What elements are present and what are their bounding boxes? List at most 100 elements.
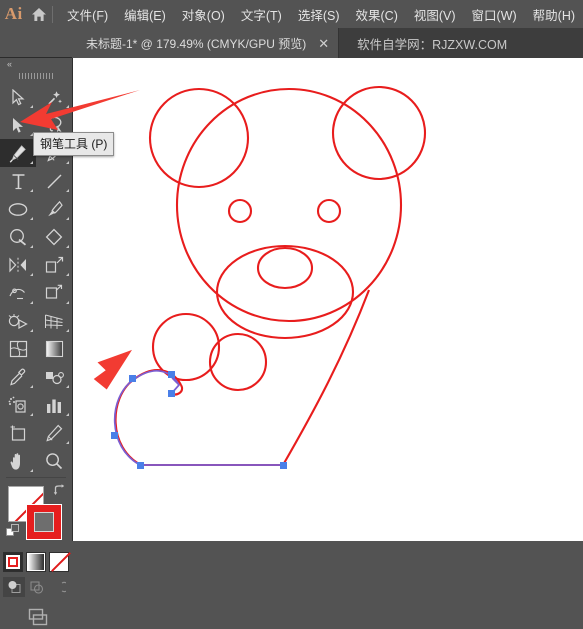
direct-selection-tool[interactable] [0,111,36,139]
free-transform-tool[interactable] [36,279,72,307]
tool-expand-corner [30,385,33,388]
tool-expand-corner [66,441,69,444]
menu-type[interactable]: 文字(T) [233,2,290,27]
stroke-swatch-inner [34,512,54,532]
line-segment-tool[interactable] [36,167,72,195]
anchor-point [137,462,144,469]
nose-ellipse [256,246,314,290]
drawing-mode-buttons [0,577,72,597]
blend-tool[interactable] [36,363,72,391]
bear-artwork [114,85,427,467]
shaper-tool[interactable] [0,223,36,251]
magic-wand-tool[interactable] [36,83,72,111]
column-graph-tool[interactable] [36,391,72,419]
ear-right-circle [331,85,427,181]
tool-expand-corner [66,189,69,192]
paintbrush-tool[interactable] [36,195,72,223]
menu-divider [52,5,54,23]
stroke-color-swatch[interactable] [26,504,62,540]
tool-expand-corner [30,217,33,220]
tool-expand-corner [30,245,33,248]
menu-view[interactable]: 视图(V) [406,2,464,27]
menu-window[interactable]: 窗口(W) [464,2,525,27]
tools-panel-header: « [0,58,72,71]
menu-help[interactable]: 帮助(H) [525,2,583,27]
artwork-svg [93,85,427,469]
hand-tool[interactable] [0,447,36,475]
menu-effect[interactable]: 效果(C) [348,2,406,27]
tool-expand-corner [30,301,33,304]
menu-object[interactable]: 对象(O) [174,2,233,27]
tab-bar-filler [507,28,583,58]
gradient-icon [28,554,44,570]
eraser-tool[interactable] [36,223,72,251]
home-icon[interactable] [27,7,50,22]
anchor-point [111,432,118,439]
tool-expand-corner [66,329,69,332]
tool-expand-corner [66,301,69,304]
anchor-point [280,462,287,469]
tool-expand-corner [30,189,33,192]
artboard-tool[interactable] [0,419,36,447]
watermark-text: 软件自学网：RJZXW.COM [357,37,508,52]
selected-bezier-path [113,370,181,466]
eye-right-circle [316,198,342,224]
rotate-tool[interactable] [0,251,36,279]
tool-expand-corner [30,413,33,416]
scale-tool[interactable] [36,251,72,279]
tool-tooltip: 钢笔工具 (P) [33,132,115,156]
document-tab[interactable]: 未标题-1* @ 179.49% (CMYK/GPU 预览) ✕ [72,28,340,58]
slice-tool[interactable] [36,419,72,447]
pen-tool[interactable] [0,139,36,167]
draw-inside-button[interactable] [47,577,69,597]
tool-expand-corner [66,273,69,276]
gradient-mode-button[interactable] [26,552,46,572]
shape-builder-tool[interactable] [0,307,36,335]
tool-expand-corner [30,105,33,108]
body-outline-left-path [114,369,182,466]
color-mode-buttons [0,552,72,572]
draw-normal-button[interactable] [3,577,25,597]
selection-tool[interactable] [0,83,36,111]
swap-fill-stroke-icon[interactable] [53,484,66,502]
default-fill-stroke-icon[interactable] [6,524,20,543]
tool-expand-corner [30,161,33,164]
app-logo: Ai [4,4,23,23]
color-mode-button[interactable] [3,552,23,572]
tool-expand-corner [66,105,69,108]
collapse-panel-icon[interactable]: « [7,59,12,69]
anchor-point [129,375,136,382]
body-outline-path [282,289,370,466]
menu-edit[interactable]: 编辑(E) [116,2,174,27]
menu-select[interactable]: 选择(S) [290,2,348,27]
eyedropper-tool[interactable] [0,363,36,391]
change-screen-mode-button[interactable] [0,607,72,629]
paw-right-circle [208,332,268,392]
ellipse-tool[interactable] [0,195,36,223]
perspective-grid-tool[interactable] [36,307,72,335]
grip-dots-icon [19,73,53,79]
anchor-point [168,390,175,397]
document-tab-bar: 未标题-1* @ 179.49% (CMYK/GPU 预览) ✕ 软件自学网：R… [0,28,583,58]
symbol-sprayer-tool[interactable] [0,391,36,419]
type-tool[interactable] [0,167,36,195]
muzzle-ellipse [215,244,355,340]
zoom-tool[interactable] [36,447,72,475]
head-ellipse [175,87,403,323]
menu-bar: Ai 文件(F) 编辑(E) 对象(O) 文字(T) 选择(S) 效果(C) 视… [0,0,583,28]
tool-expand-corner [66,385,69,388]
tab-bar-left-pad [0,28,72,58]
gradient-tool[interactable] [36,335,72,363]
artboard-canvas[interactable] [73,58,583,541]
mesh-tool[interactable] [0,335,36,363]
color-square-icon [8,557,18,567]
arrow-to-drawn-path [93,349,132,390]
tools-panel-drag-handle[interactable] [0,71,72,81]
width-tool[interactable] [0,279,36,307]
menu-file[interactable]: 文件(F) [59,2,116,27]
none-slash-icon [51,552,71,572]
draw-behind-button[interactable] [25,577,47,597]
none-mode-button[interactable] [49,552,71,572]
selected-path-group [111,370,287,469]
close-icon[interactable]: ✕ [318,37,329,50]
